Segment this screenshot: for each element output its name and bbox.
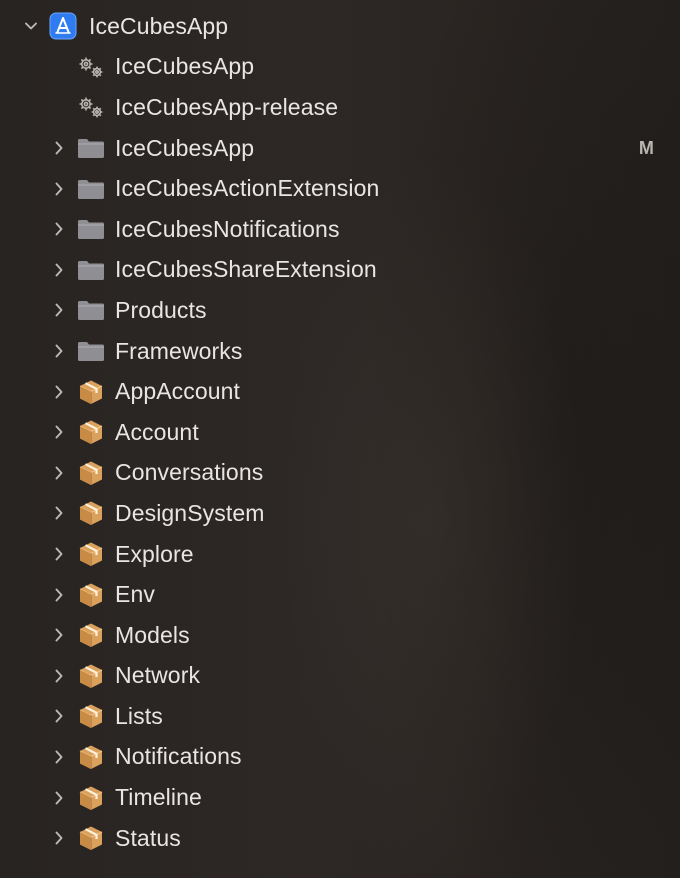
navigator-item-label: Conversations <box>115 459 264 486</box>
navigator-item-label: Network <box>115 662 201 689</box>
navigator-item-label: Lists <box>115 702 163 729</box>
navigator-item-folder[interactable]: IceCubesShareExtension <box>0 250 680 291</box>
navigator-item-label: Frameworks <box>115 337 243 364</box>
package-icon <box>76 498 106 528</box>
navigator-item-label: Account <box>115 418 199 445</box>
folder-icon <box>76 133 106 163</box>
navigator-item-label: Explore <box>115 540 194 567</box>
folder-icon <box>76 214 106 244</box>
chevron-right-icon[interactable] <box>50 220 68 238</box>
package-icon <box>76 620 106 650</box>
chevron-right-icon[interactable] <box>50 626 68 644</box>
navigator-item-package[interactable]: Conversations <box>0 453 680 494</box>
navigator-item-folder[interactable]: IceCubesNotifications <box>0 209 680 250</box>
chevron-right-icon[interactable] <box>50 464 68 482</box>
navigator-item-package[interactable]: Network <box>0 656 680 697</box>
package-icon <box>76 458 106 488</box>
navigator-item-label: AppAccount <box>115 378 241 405</box>
navigator-item-target[interactable]: IceCubesApp-release <box>0 87 680 128</box>
chevron-right-icon[interactable] <box>50 423 68 441</box>
navigator-item-label: Products <box>115 296 207 323</box>
package-icon <box>76 417 106 447</box>
navigator-item-package[interactable]: Notifications <box>0 737 680 778</box>
package-icon <box>76 539 106 569</box>
navigator-item-label: Status <box>115 824 181 851</box>
navigator-item-package[interactable]: Models <box>0 615 680 656</box>
chevron-right-icon[interactable] <box>50 748 68 766</box>
navigator-item-package[interactable]: AppAccount <box>0 371 680 412</box>
navigator-item-package[interactable]: Account <box>0 412 680 453</box>
source-control-status-badge: M <box>638 137 654 158</box>
navigator-item-label: IceCubesApp <box>115 53 255 80</box>
chevron-right-icon[interactable] <box>50 342 68 360</box>
project-label: IceCubesApp <box>89 12 229 39</box>
navigator-item-label: IceCubesNotifications <box>115 215 340 242</box>
chevron-right-icon[interactable] <box>50 829 68 847</box>
navigator-item-folder[interactable]: Frameworks <box>0 331 680 372</box>
chevron-right-icon[interactable] <box>50 301 68 319</box>
navigator-item-label: Timeline <box>115 784 202 811</box>
chevron-right-icon[interactable] <box>50 667 68 685</box>
navigator-item-folder[interactable]: IceCubesApp M <box>0 128 680 169</box>
folder-icon <box>76 336 106 366</box>
navigator-item-label: Models <box>115 621 190 648</box>
chevron-right-icon[interactable] <box>50 586 68 604</box>
navigator-item-label: IceCubesApp-release <box>115 93 339 120</box>
chevron-right-icon[interactable] <box>50 180 68 198</box>
navigator-item-package[interactable]: Lists <box>0 696 680 737</box>
chevron-right-icon[interactable] <box>50 789 68 807</box>
navigator-item-package[interactable]: DesignSystem <box>0 493 680 534</box>
navigator-item-package[interactable]: Status <box>0 818 680 859</box>
navigator-item-folder[interactable]: Products <box>0 290 680 331</box>
package-icon <box>76 742 106 772</box>
chevron-right-icon[interactable] <box>50 139 68 157</box>
package-icon <box>76 377 106 407</box>
chevron-right-icon[interactable] <box>50 504 68 522</box>
navigator-item-label: IceCubesActionExtension <box>115 175 380 202</box>
package-icon <box>76 823 106 853</box>
navigator-item-target[interactable]: IceCubesApp <box>0 47 680 88</box>
chevron-right-icon[interactable] <box>50 707 68 725</box>
navigator-item-folder[interactable]: IceCubesActionExtension <box>0 168 680 209</box>
chevron-right-icon[interactable] <box>50 545 68 563</box>
folder-icon <box>76 255 106 285</box>
package-icon <box>76 701 106 731</box>
package-icon <box>76 661 106 691</box>
chevron-right-icon[interactable] <box>50 383 68 401</box>
xcode-project-icon <box>48 11 78 41</box>
navigator-item-package[interactable]: Explore <box>0 534 680 575</box>
navigator-item-package[interactable]: Env <box>0 574 680 615</box>
folder-icon <box>76 174 106 204</box>
chevron-right-icon[interactable] <box>50 261 68 279</box>
project-navigator: IceCubesApp IceCubesApp IceCubesApp-relea… <box>0 6 680 858</box>
navigator-item-package[interactable]: Timeline <box>0 777 680 818</box>
chevron-down-icon[interactable] <box>22 17 40 35</box>
target-gears-icon <box>76 92 106 122</box>
project-row[interactable]: IceCubesApp <box>0 6 680 47</box>
navigator-item-label: IceCubesShareExtension <box>115 256 377 283</box>
package-icon <box>76 580 106 610</box>
navigator-item-label: Env <box>115 581 155 608</box>
navigator-item-label: DesignSystem <box>115 499 265 526</box>
target-gears-icon <box>76 52 106 82</box>
folder-icon <box>76 295 106 325</box>
package-icon <box>76 783 106 813</box>
navigator-item-label: Notifications <box>115 743 242 770</box>
navigator-item-label: IceCubesApp <box>115 134 255 161</box>
